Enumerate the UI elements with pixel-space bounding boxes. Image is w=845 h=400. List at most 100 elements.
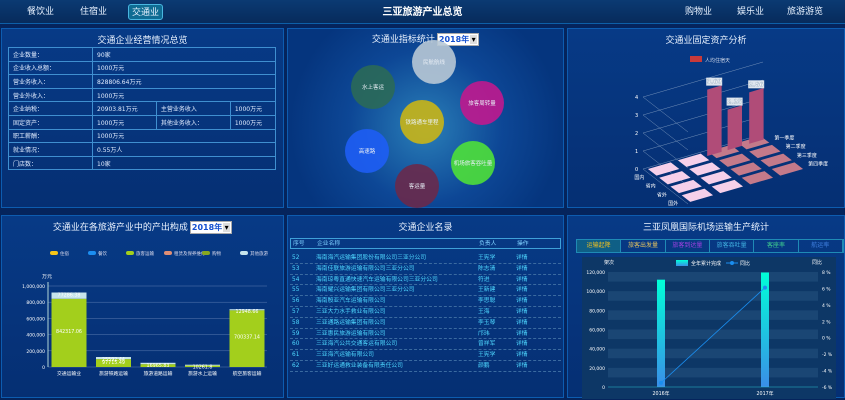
overview-value: 1000万元 xyxy=(92,60,276,76)
table-cell: 三亚大力水手救业有限公司 xyxy=(316,308,386,315)
data-label: 77286.38 xyxy=(58,293,81,299)
y-tick-right: 6 % xyxy=(822,286,831,292)
y-tick-right: 0 % xyxy=(822,336,831,342)
table-row: 56 海南殷亚汽车运输有限公司 李思聪 详情 xyxy=(290,296,561,307)
table-row: 52 海南海汽运输集团股份有限公司三亚分公司 王宪学 详情 xyxy=(290,253,561,264)
indicator-bubble[interactable]: 民航航线 xyxy=(412,40,456,84)
table-cell: 60 xyxy=(292,341,300,348)
table-cell: 53 xyxy=(292,265,300,272)
details-link[interactable]: 详情 xyxy=(516,350,556,360)
legend-label: 租赁及保养维修 xyxy=(174,250,206,257)
legend-swatch xyxy=(88,251,96,255)
y-tick: 4 xyxy=(635,95,638,101)
overview-value: 1000万元 xyxy=(229,114,277,130)
asset-bar xyxy=(749,88,764,144)
details-link[interactable]: 详情 xyxy=(516,307,556,317)
grid-band xyxy=(608,310,818,320)
bar-label: 2.25 xyxy=(727,99,742,106)
table-cell: 海南琼粤直通快速汽车运输有限公司三亚分公司 xyxy=(316,276,438,283)
table-cell: 李玉琴 xyxy=(478,319,496,326)
table-cell: 王新建 xyxy=(478,287,496,294)
legend-label: 全年累计完成 xyxy=(691,260,721,267)
y-label-left: 架次 xyxy=(604,259,614,266)
yoy-point[interactable] xyxy=(659,380,663,385)
overview-row: 企业收入总额： 1000万元 xyxy=(8,60,276,76)
table-cell: 57 xyxy=(292,308,300,315)
nav-sightseeing[interactable]: 旅游游览 xyxy=(784,4,826,20)
table-cell: 符进 xyxy=(478,276,490,283)
y-tick-left: 20,000 xyxy=(589,366,605,372)
indicator-bubble[interactable]: 客运量 xyxy=(395,164,439,208)
table-cell: 曾祥军 xyxy=(478,341,496,348)
y-tick-right: -2 % xyxy=(822,352,833,358)
column-header: 操作 xyxy=(517,241,529,247)
details-link[interactable]: 详情 xyxy=(516,329,556,339)
col-label: 第二季度 xyxy=(786,143,806,150)
output-panel: 交通业在各旅游产业中的产出构成 2018年 ▾ 住宿 餐饮 旅客运输 租赁及保养维修 购物其… xyxy=(1,215,284,398)
details-link[interactable]: 详情 xyxy=(516,253,556,263)
details-link[interactable]: 详情 xyxy=(516,318,556,328)
details-link[interactable]: 详情 xyxy=(516,264,556,274)
details-link[interactable]: 详情 xyxy=(516,275,556,285)
x-tick: 2017年 xyxy=(756,390,773,397)
indicator-bubble[interactable]: 旅客周转量 xyxy=(460,81,504,125)
table-cell: 55 xyxy=(292,287,300,294)
overview-label: 企业收入总额： xyxy=(8,60,93,76)
fixed-assets-3d-chart: 人均住宿天 0 1 2 3 4 3.69 2.25 2.86 第一季度第二季度第三季度第四季度国外… xyxy=(634,56,828,207)
yoy-point[interactable] xyxy=(763,285,767,290)
indicator-bubble[interactable]: 机场旅客吞吐量 xyxy=(451,141,495,185)
bar[interactable] xyxy=(657,279,665,387)
legend-dot xyxy=(730,261,734,265)
row-label: 国外 xyxy=(668,200,678,207)
overview-value: 20903.81万元 xyxy=(92,101,157,116)
overview-row: 职工薪酬： 1000万元 xyxy=(8,128,276,144)
overview-label: 主营业务收入 xyxy=(155,101,231,116)
y-tick: 3 xyxy=(635,113,638,119)
indicator-bubble[interactable]: 铁路通车里程 xyxy=(400,100,444,144)
table-cell: 海南海汽运输集团股份有限公司三亚分公司 xyxy=(316,255,427,261)
table-cell: 三亚海汽公共交通客运有限公司 xyxy=(316,341,398,348)
details-link[interactable]: 详情 xyxy=(516,296,556,306)
overview-label: 企业数量： xyxy=(8,47,93,62)
table-cell: 三亚好运通救业装备有限责任公司 xyxy=(316,362,403,369)
directory-table: 序号 企业名称 负责人 操作 52 海南海汽运输集团股份有限公司三亚分公司 王宪学 详情 53 海… xyxy=(290,238,561,372)
data-label: 842317.06 xyxy=(56,329,82,335)
y-label-right: 同比 xyxy=(812,259,822,266)
legend-swatch xyxy=(126,251,134,255)
row-label: 省内 xyxy=(646,183,656,190)
y-tick: 1 xyxy=(635,149,638,155)
nav-shopping[interactable]: 购物业 xyxy=(682,4,715,20)
table-cell: 59 xyxy=(292,330,300,337)
data-label: 25592.44 xyxy=(102,357,125,363)
indicator-bubble[interactable]: 高速路 xyxy=(345,129,389,173)
nav-entertainment[interactable]: 娱乐业 xyxy=(734,4,767,20)
legend-swatch xyxy=(690,56,702,62)
directory-header: 序号 企业名称 负责人 操作 xyxy=(290,238,561,249)
y-tick-right: 2 % xyxy=(822,319,831,325)
legend-label: 同比 xyxy=(740,260,750,267)
overview-label: 职工薪酬： xyxy=(8,128,93,144)
y-tick-left: 120,000 xyxy=(586,270,605,276)
details-link[interactable]: 详情 xyxy=(516,339,556,349)
indicator-bubble[interactable]: 水上客运 xyxy=(351,65,395,109)
x-tick: 旅游道路运输 xyxy=(144,370,173,377)
y-tick: 800,000 xyxy=(26,300,45,306)
grid-band xyxy=(608,272,818,282)
legend-label: 人均住宿天 xyxy=(705,57,730,64)
directory-panel: 交通企业名录 序号 企业名称 负责人 操作 52 海南海汽运输集团股份有限公司三亚分公司王… xyxy=(287,215,564,398)
table-row: 54 海南琼粤直通快速汽车运输有限公司三亚分公司 符进 详情 xyxy=(290,275,561,286)
details-link[interactable]: 详情 xyxy=(516,361,556,371)
grid-band xyxy=(608,329,818,340)
column-header: 序号 xyxy=(293,241,305,247)
table-cell: 王宪学 xyxy=(478,255,496,261)
overview-label: 就业情况： xyxy=(8,142,93,157)
legend-label: 住宿 xyxy=(60,250,69,257)
legend-label: 旅客运输 xyxy=(136,250,154,257)
overview-value: 0.55万人 xyxy=(92,142,276,157)
details-link[interactable]: 详情 xyxy=(516,285,556,295)
column-header: 负责人 xyxy=(479,241,497,247)
overview-label: 门店数： xyxy=(8,155,93,171)
table-cell: 王海 xyxy=(478,308,490,315)
table-cell: 颜鹏 xyxy=(478,362,490,369)
table-cell: 56 xyxy=(292,298,300,305)
